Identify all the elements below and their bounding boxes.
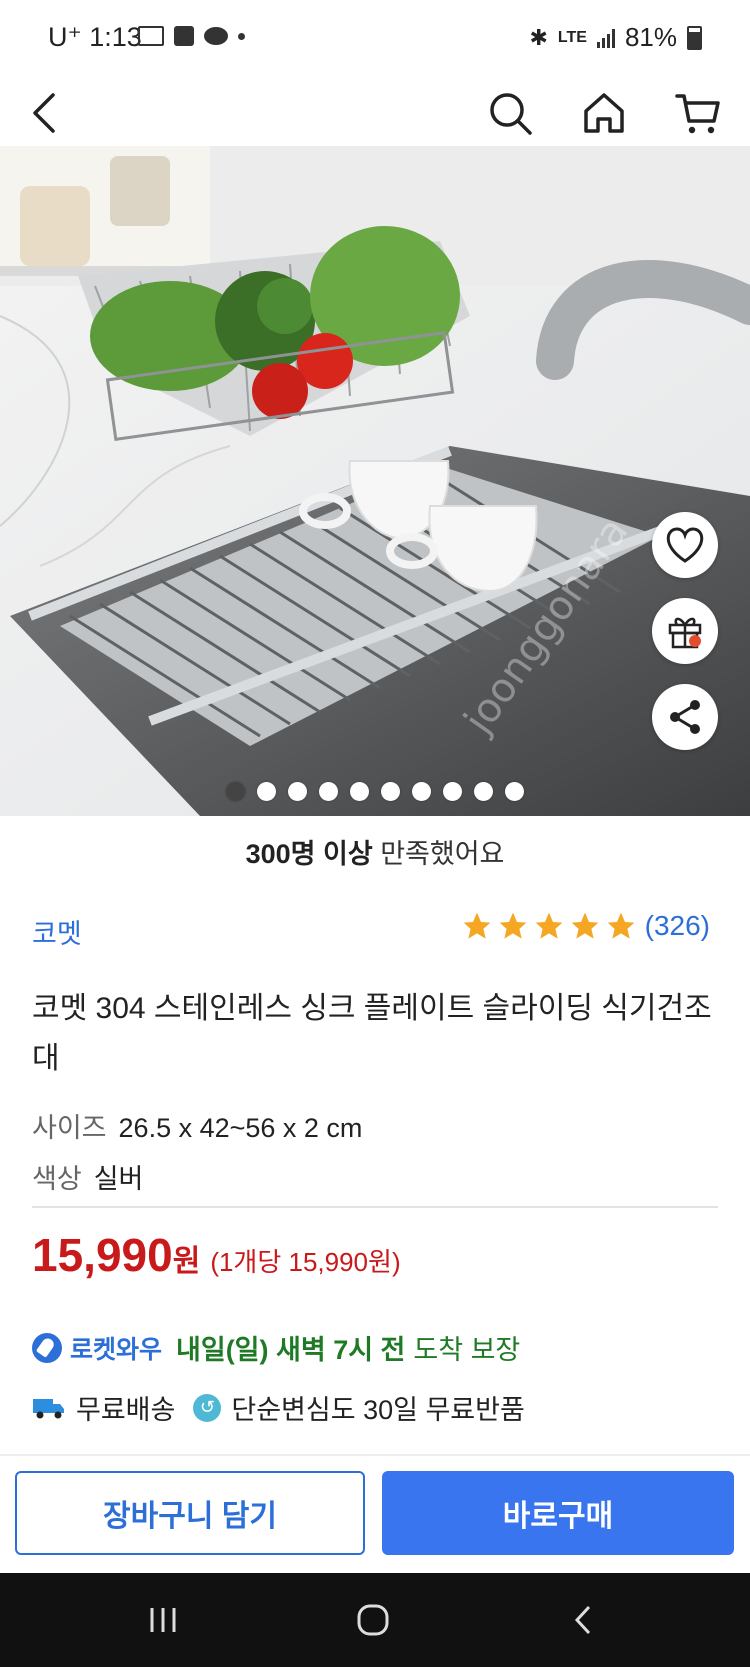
home-circle-icon xyxy=(357,1604,389,1636)
brand-link[interactable]: 코멧 xyxy=(32,912,82,951)
rocket-icon xyxy=(32,1332,62,1363)
notification-icons xyxy=(138,26,245,46)
price: 15,990 xyxy=(32,1229,173,1281)
gift-button[interactable] xyxy=(652,598,718,664)
spec-color: 색상 실버 xyxy=(32,1157,143,1196)
home-system-button[interactable] xyxy=(333,1573,413,1667)
spec-key: 색상 xyxy=(32,1164,82,1194)
status-bar: U⁺ 1:13 ✱ LTE 81% xyxy=(0,0,750,80)
wishlist-button[interactable] xyxy=(652,512,718,578)
shipping-info: 무료배송 ↺ 단순변심도 30일 무료반품 xyxy=(32,1388,525,1427)
star-icon xyxy=(535,912,562,939)
rocket-label: 로켓와우 xyxy=(70,1335,163,1364)
recents-button[interactable] xyxy=(123,1573,203,1667)
home-button[interactable] xyxy=(574,80,634,146)
price-unit: 원 xyxy=(172,1245,201,1278)
rating[interactable]: (326) xyxy=(461,910,710,942)
search-icon xyxy=(490,93,532,135)
product-title: 코멧 304 스테인레스 싱크 플레이트 슬라이딩 식기건조대 xyxy=(32,992,712,1075)
search-button[interactable] xyxy=(480,80,540,146)
carousel-dot[interactable] xyxy=(381,782,400,801)
card-icon xyxy=(138,26,164,46)
carousel-indicator[interactable] xyxy=(0,782,750,801)
back-icon xyxy=(574,1605,591,1635)
chevron-left-icon xyxy=(33,93,55,133)
share-button[interactable] xyxy=(652,684,718,750)
star-icon xyxy=(499,912,526,939)
network-label: LTE xyxy=(557,28,587,46)
free-return: 단순변심도 30일 무료반품 xyxy=(231,1395,525,1425)
spec-value: 실버 xyxy=(93,1164,144,1194)
price-block: 15,990 원 (1개당 15,990원) xyxy=(32,1228,401,1282)
star-icon xyxy=(463,912,490,939)
bag-icon xyxy=(174,26,194,46)
carousel-dot[interactable] xyxy=(350,782,369,801)
battery-icon xyxy=(687,25,702,50)
carousel-dot[interactable] xyxy=(288,782,307,801)
unit-price: (1개당 15,990원) xyxy=(210,1247,401,1277)
back-button[interactable] xyxy=(14,80,74,146)
satisfaction-text: 300명 이상 만족했어요 xyxy=(245,839,505,869)
spec-size: 사이즈 26.5 x 42~56 x 2 cm xyxy=(32,1106,362,1145)
review-count[interactable]: (326) xyxy=(645,910,710,942)
recents-icon xyxy=(150,1608,176,1632)
carousel-dot[interactable] xyxy=(226,782,245,801)
battery-text: 81% xyxy=(624,22,677,52)
divider xyxy=(32,1206,718,1208)
system-nav-bar xyxy=(0,1573,750,1667)
arrival-time: 내일(일) 새벽 7시 전 xyxy=(176,1335,406,1365)
signal-icon xyxy=(596,28,615,48)
back-system-button[interactable] xyxy=(543,1573,623,1667)
home-icon xyxy=(584,93,624,133)
share-icon xyxy=(670,700,700,734)
carousel-dot[interactable] xyxy=(319,782,338,801)
heart-icon xyxy=(666,527,704,563)
buy-now-button[interactable]: 바로구매 xyxy=(382,1471,734,1555)
product-photo: joonggonara xyxy=(0,146,750,816)
spec-value: 26.5 x 42~56 x 2 cm xyxy=(118,1113,363,1143)
arrival-guarantee: 도착 보장 xyxy=(413,1335,521,1365)
rocket-delivery: 로켓와우 내일(일) 새벽 7시 전 도착 보장 xyxy=(32,1328,520,1367)
status-right: ✱ LTE 81% xyxy=(529,22,702,53)
spec-key: 사이즈 xyxy=(32,1113,107,1143)
carousel-dot[interactable] xyxy=(474,782,493,801)
cart-button[interactable] xyxy=(668,80,728,146)
carousel-dot[interactable] xyxy=(257,782,276,801)
carousel-dot[interactable] xyxy=(412,782,431,801)
carousel-dot[interactable] xyxy=(505,782,524,801)
star-icon xyxy=(571,912,598,939)
top-nav xyxy=(0,80,750,146)
star-icon xyxy=(607,912,634,939)
free-shipping: 무료배송 xyxy=(76,1395,176,1425)
truck-icon xyxy=(33,1398,64,1418)
cart-icon xyxy=(675,94,720,134)
status-time: U⁺ 1:13 xyxy=(48,22,142,52)
add-to-cart-button[interactable]: 장바구니 담기 xyxy=(15,1471,365,1555)
bluetooth-icon: ✱ xyxy=(529,24,548,50)
dot-icon xyxy=(238,32,245,40)
product-image[interactable]: joonggonara xyxy=(0,146,750,816)
chat-icon xyxy=(204,27,228,45)
gift-icon xyxy=(668,617,702,649)
return-icon: ↺ xyxy=(193,1393,222,1422)
carousel-dot[interactable] xyxy=(443,782,462,801)
divider xyxy=(0,1454,750,1456)
